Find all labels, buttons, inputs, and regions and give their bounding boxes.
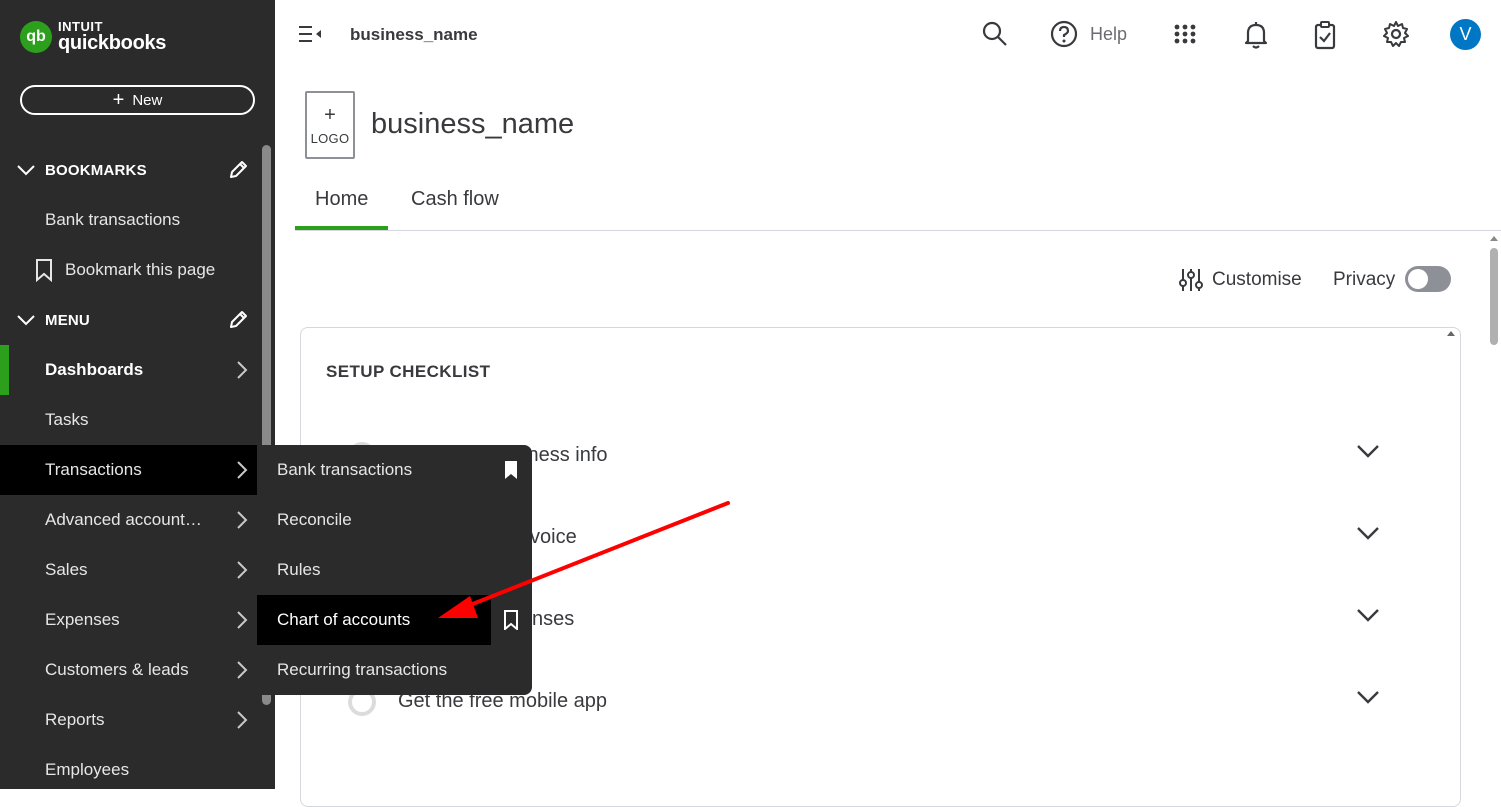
privacy-label: Privacy xyxy=(1333,269,1396,290)
chevron-right-icon xyxy=(237,361,248,379)
sidebar-item-label: Reports xyxy=(45,710,105,729)
add-logo-button[interactable]: + LOGO xyxy=(305,91,355,159)
sidebar-item-sales[interactable]: Sales xyxy=(0,545,262,595)
checklist-item-label: iness info xyxy=(523,444,608,466)
flyout-item-label: Bank transactions xyxy=(277,460,413,479)
brand-quickbooks-text: quickbooks xyxy=(58,32,167,54)
toggle-knob xyxy=(1408,269,1428,289)
flyout-item-recurring-transactions[interactable]: Recurring transactions xyxy=(257,645,532,695)
sidebar-item-reports[interactable]: Reports xyxy=(0,695,262,745)
sliders-icon xyxy=(1179,269,1203,291)
help-icon xyxy=(1050,20,1078,48)
logo-placeholder-label: LOGO xyxy=(310,130,350,146)
bookmarks-section-header[interactable]: BOOKMARKS xyxy=(0,150,262,190)
bookmark-item-label: Bank transactions xyxy=(45,210,181,229)
sidebar-item-label: Employees xyxy=(45,760,130,779)
collapse-menu-icon[interactable] xyxy=(298,24,322,44)
customise-button[interactable]: Customise xyxy=(1178,267,1302,293)
sidebar-item-employees[interactable]: Employees xyxy=(0,745,262,795)
flyout-item-label: Recurring transactions xyxy=(277,660,448,679)
quickbooks-logo[interactable]: qb INTUIT quickbooks xyxy=(20,20,166,53)
top-bar: business_name Help V xyxy=(275,0,1501,70)
sidebar-item-label: Transactions xyxy=(45,460,142,479)
plus-icon: + xyxy=(112,89,125,111)
bookmark-outline-icon[interactable] xyxy=(503,610,519,630)
flyout-item-bank-transactions[interactable]: Bank transactions xyxy=(257,445,532,495)
bookmark-item-bank-transactions[interactable]: Bank transactions xyxy=(0,195,262,245)
sidebar-item-customers-leads[interactable]: Customers & leads xyxy=(0,645,262,695)
flyout-item-label: Reconcile xyxy=(277,510,352,529)
chevron-right-icon xyxy=(237,661,248,679)
apps-grid-icon[interactable] xyxy=(1173,20,1197,48)
menu-header-label: MENU xyxy=(45,311,90,329)
sidebar-item-transactions[interactable]: Transactions xyxy=(0,445,262,495)
new-button[interactable]: + New xyxy=(20,85,255,115)
chevron-right-icon xyxy=(237,711,248,729)
chevron-down-icon[interactable] xyxy=(1356,607,1380,623)
chevron-right-icon xyxy=(237,561,248,579)
edit-bookmarks-pencil-icon[interactable] xyxy=(228,160,248,180)
transactions-flyout-menu: Bank transactions Reconcile Rules Chart … xyxy=(257,445,532,695)
sidebar: qb INTUIT quickbooks + New BOOKMARKS Ban… xyxy=(0,0,275,789)
task-clipboard-icon[interactable] xyxy=(1313,20,1337,50)
checklist-item-label: voice xyxy=(530,526,577,548)
tab-home[interactable]: Home xyxy=(294,188,389,230)
flyout-item-rules[interactable]: Rules xyxy=(257,545,532,595)
tab-cash-flow[interactable]: Cash flow xyxy=(411,188,499,230)
chevron-right-icon xyxy=(237,511,248,529)
flyout-item-chart-of-accounts[interactable]: Chart of accounts xyxy=(257,595,532,645)
sidebar-item-label: Dashboards xyxy=(45,360,144,379)
settings-gear-icon[interactable] xyxy=(1382,20,1410,48)
flyout-item-label: Chart of accounts xyxy=(277,610,411,629)
sidebar-item-tasks[interactable]: Tasks xyxy=(0,395,262,445)
chevron-down-icon[interactable] xyxy=(1356,525,1380,541)
plus-icon: + xyxy=(324,103,336,126)
page-title: business_name xyxy=(371,108,575,140)
search-icon[interactable] xyxy=(981,20,1009,48)
top-business-name: business_name xyxy=(350,25,478,44)
flyout-item-reconcile[interactable]: Reconcile xyxy=(257,495,532,545)
sidebar-item-advanced-accounting[interactable]: Advanced account… xyxy=(0,495,262,545)
sidebar-item-expenses[interactable]: Expenses xyxy=(0,595,262,645)
sidebar-item-label: Customers & leads xyxy=(45,660,189,679)
qb-logo-icon: qb xyxy=(20,20,52,53)
menu-section-header[interactable]: MENU xyxy=(0,300,262,340)
privacy-toggle[interactable] xyxy=(1405,266,1451,292)
chevron-down-icon xyxy=(17,315,35,326)
bookmark-filled-icon[interactable] xyxy=(503,460,519,480)
page-scrollbar[interactable] xyxy=(1490,248,1498,345)
sidebar-item-label: Expenses xyxy=(45,610,120,629)
checklist-item-label: nses xyxy=(532,608,575,630)
bookmark-this-page-label: Bookmark this page xyxy=(65,260,216,279)
chevron-right-icon xyxy=(237,461,248,479)
bookmarks-header-label: BOOKMARKS xyxy=(45,161,147,179)
card-scroll-up-arrow[interactable] xyxy=(1447,331,1455,336)
help-label: Help xyxy=(1090,23,1128,44)
new-button-label: New xyxy=(132,91,163,109)
bookmark-outline-icon xyxy=(36,259,52,282)
chevron-down-icon xyxy=(17,165,35,176)
customise-label: Customise xyxy=(1212,269,1302,290)
chevron-down-icon[interactable] xyxy=(1356,689,1380,705)
edit-menu-pencil-icon[interactable] xyxy=(228,310,248,330)
sidebar-item-dashboards[interactable]: Dashboards xyxy=(0,345,262,395)
flyout-item-label: Rules xyxy=(277,560,321,579)
bookmark-this-page[interactable]: Bookmark this page xyxy=(0,245,262,295)
sidebar-item-label: Advanced account… xyxy=(45,510,202,529)
setup-checklist-title: SETUP CHECKLIST xyxy=(326,362,491,381)
tab-label: Home xyxy=(315,188,369,210)
user-avatar[interactable]: V xyxy=(1450,19,1481,50)
tabs-divider xyxy=(295,230,1501,231)
help-button[interactable]: Help xyxy=(1050,20,1127,48)
tab-label: Cash flow xyxy=(411,188,499,210)
sidebar-item-label: Tasks xyxy=(45,410,89,429)
chevron-down-icon[interactable] xyxy=(1356,443,1380,459)
chevron-right-icon xyxy=(237,611,248,629)
page-scroll-up-arrow[interactable] xyxy=(1490,236,1498,241)
sidebar-item-label: Sales xyxy=(45,560,88,579)
notifications-bell-icon[interactable] xyxy=(1243,20,1269,50)
